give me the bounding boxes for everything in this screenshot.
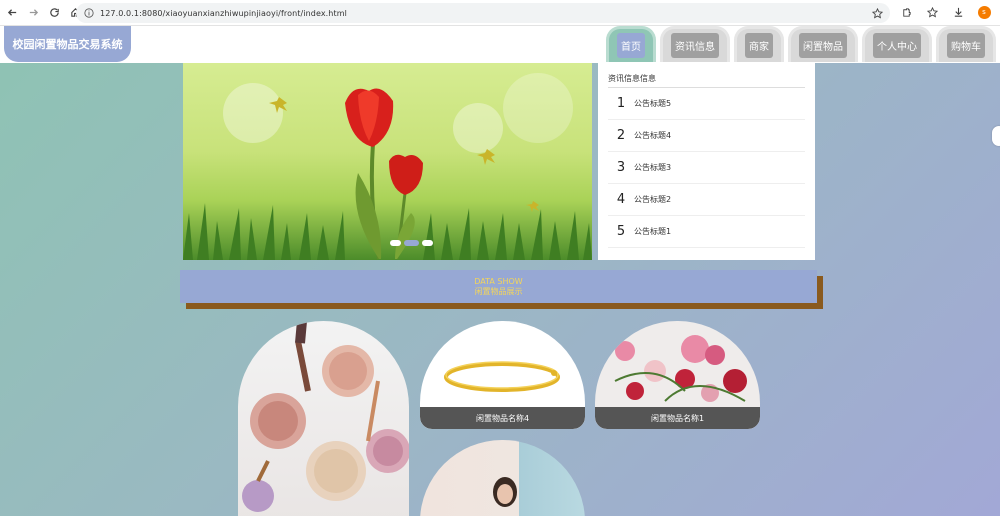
nav-tab-items[interactable]: 闲置物品	[788, 26, 858, 62]
url-text[interactable]: 127.0.0.1:8080/xiaoyuanxianzhiwupinjiaoy…	[100, 9, 347, 18]
reload-icon[interactable]	[45, 4, 63, 22]
product-card[interactable]	[238, 321, 409, 516]
news-item-title[interactable]: 公告标题3	[634, 162, 671, 173]
product-card[interactable]: 闲置物品名称4	[420, 321, 585, 429]
carousel-dot[interactable]	[422, 240, 433, 246]
product-image-bracelet	[444, 361, 560, 392]
bookmarks-icon[interactable]	[924, 4, 940, 20]
product-image-cosmetics	[242, 321, 409, 512]
news-item-number: 4	[616, 192, 626, 207]
download-icon[interactable]	[950, 4, 966, 20]
news-item-title[interactable]: 公告标题2	[634, 194, 671, 205]
page-body: 校园闲置物品交易系统 首页 资讯信息 商家 闲置物品 个人中心 购物车 资讯信息…	[0, 26, 1000, 516]
product-card[interactable]	[420, 440, 585, 516]
carousel-indicators	[390, 240, 433, 246]
banner-carousel[interactable]	[183, 63, 592, 260]
profile-avatar[interactable]: s	[976, 4, 992, 20]
extensions-icon[interactable]	[898, 4, 914, 20]
bookmark-star-icon[interactable]	[870, 6, 884, 20]
back-icon[interactable]	[3, 4, 21, 22]
tulip-illustration	[183, 88, 592, 260]
news-item[interactable]: 4 公告标题2	[608, 184, 805, 216]
nav-tab-label: 首页	[617, 33, 645, 58]
nav-tab-label: 资讯信息	[671, 33, 719, 58]
nav-tab-label: 商家	[745, 33, 773, 58]
news-item-number: 5	[616, 224, 626, 239]
carousel-dot[interactable]	[390, 240, 401, 246]
news-panel-title: 资讯信息信息	[608, 73, 805, 88]
news-panel: 资讯信息信息 1 公告标题5 2 公告标题4 3 公告标题3 4 公告标题2 5…	[598, 63, 815, 260]
nav-tab-home[interactable]: 首页	[606, 26, 656, 62]
news-item[interactable]: 5 公告标题1	[608, 216, 805, 248]
site-brand[interactable]: 校园闲置物品交易系统	[4, 26, 131, 62]
nav-tab-profile[interactable]: 个人中心	[862, 26, 932, 62]
side-drawer-handle[interactable]	[992, 126, 1000, 146]
news-item-number: 3	[616, 160, 626, 175]
news-item-number: 1	[616, 96, 626, 111]
product-card[interactable]: 闲置物品名称1	[595, 321, 760, 429]
nav-tab-cart[interactable]: 购物车	[936, 26, 996, 62]
address-bar[interactable]: 127.0.0.1:8080/xiaoyuanxianzhiwupinjiaoy…	[76, 3, 890, 23]
section-banner: DATA SHOW 闲置物品展示	[180, 270, 817, 303]
news-item-number: 2	[616, 128, 626, 143]
news-item-title[interactable]: 公告标题5	[634, 98, 671, 109]
nav-tab-merchants[interactable]: 商家	[734, 26, 784, 62]
nav-tab-label: 闲置物品	[799, 33, 847, 58]
news-item-title[interactable]: 公告标题4	[634, 130, 671, 141]
section-title-en: DATA SHOW	[474, 276, 523, 286]
profile-initial: s	[977, 5, 991, 19]
site-info-icon[interactable]	[82, 6, 96, 20]
news-item[interactable]: 1 公告标题5	[608, 88, 805, 120]
forward-icon[interactable]	[24, 4, 42, 22]
nav-tab-news[interactable]: 资讯信息	[660, 26, 730, 62]
main-nav: 首页 资讯信息 商家 闲置物品 个人中心 购物车	[606, 26, 996, 62]
product-image-flowers	[614, 335, 747, 402]
product-name[interactable]: 闲置物品名称4	[420, 407, 585, 429]
news-item[interactable]: 2 公告标题4	[608, 120, 805, 152]
nav-tab-label: 购物车	[947, 33, 985, 58]
browser-toolbar: 127.0.0.1:8080/xiaoyuanxianzhiwupinjiaoy…	[0, 0, 1000, 26]
nav-tab-label: 个人中心	[873, 33, 921, 58]
site-header: 校园闲置物品交易系统 首页 资讯信息 商家 闲置物品 个人中心 购物车	[0, 26, 1000, 63]
section-title-zh: 闲置物品展示	[474, 286, 523, 296]
news-item[interactable]: 3 公告标题3	[608, 152, 805, 184]
product-name[interactable]: 闲置物品名称1	[595, 407, 760, 429]
news-item-title[interactable]: 公告标题1	[634, 226, 671, 237]
carousel-dot-active[interactable]	[404, 240, 419, 246]
product-image-person	[493, 477, 517, 507]
